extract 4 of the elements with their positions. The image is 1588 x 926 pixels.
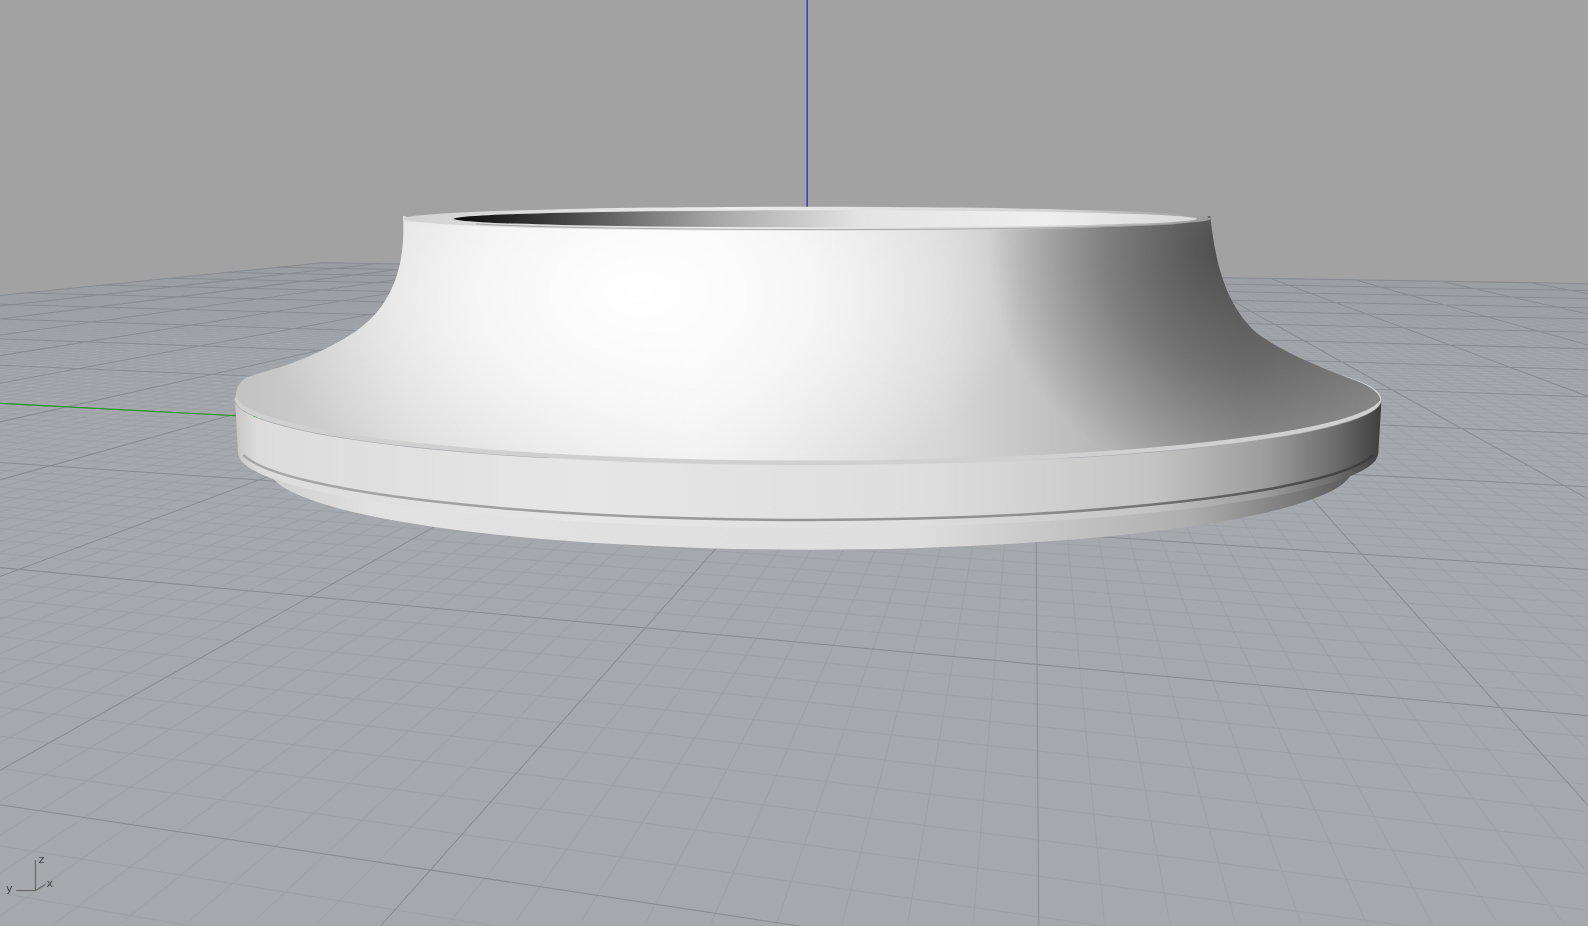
axis-label: x	[46, 877, 54, 891]
axis-label: z	[38, 853, 45, 867]
axis-label: y	[6, 881, 13, 895]
axis-gizmo-icon	[15, 859, 47, 892]
